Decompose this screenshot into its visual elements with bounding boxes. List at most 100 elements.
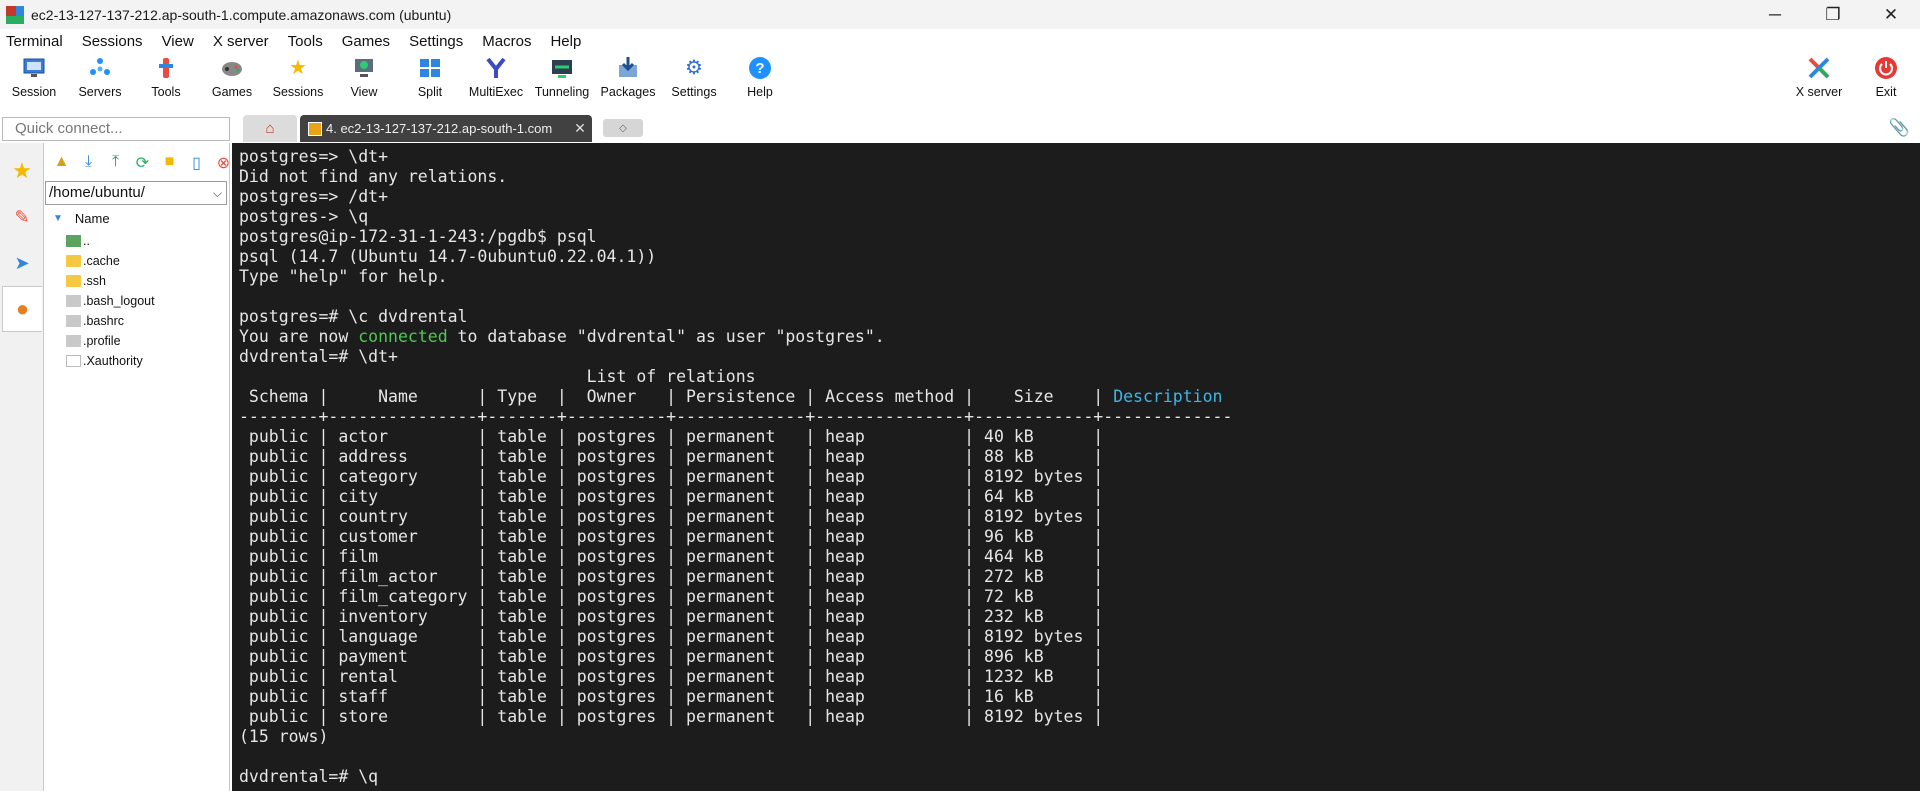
upload-icon[interactable]: ⤒ xyxy=(102,153,129,173)
new-tab-button[interactable]: ◇ xyxy=(603,119,643,137)
menu-terminal[interactable]: Terminal xyxy=(6,33,63,50)
new-folder-icon[interactable]: ■ xyxy=(156,153,183,173)
tunneling-button[interactable]: Tunneling xyxy=(529,55,595,107)
file-item[interactable]: .bash_logout xyxy=(66,291,155,311)
tunneling-icon xyxy=(549,55,575,81)
file-item[interactable]: .cache xyxy=(66,251,120,271)
menu-sessions[interactable]: Sessions xyxy=(82,33,143,50)
path-input[interactable]: /home/ubuntu/ ⌵ xyxy=(45,181,227,205)
tools-icon: ✎ xyxy=(14,206,30,227)
settings-icon: ⚙ xyxy=(685,57,703,79)
folder-icon xyxy=(66,275,81,287)
x-server-button[interactable]: X server xyxy=(1786,55,1852,107)
menu-view[interactable]: View xyxy=(162,33,194,50)
terminal-line: dvdrental=# \q xyxy=(239,767,379,786)
table-row: public | staff | table | postgres | perm… xyxy=(239,687,1104,706)
sessions-button[interactable]: ★ Sessions xyxy=(265,55,331,107)
menu-games[interactable]: Games xyxy=(342,33,390,50)
table-row: public | category | table | postgres | p… xyxy=(239,467,1104,486)
table-row: public | film | table | postgres | perma… xyxy=(239,547,1104,566)
servers-icon xyxy=(87,55,113,81)
paper-plane-icon: ➤ xyxy=(14,252,30,273)
games-button[interactable]: Games xyxy=(199,55,265,107)
restore-button[interactable]: ❐ xyxy=(1804,0,1862,29)
close-tab-icon[interactable]: ✕ xyxy=(568,120,592,137)
tools-side-tab[interactable]: ✎ xyxy=(2,194,42,240)
close-button[interactable]: ✕ xyxy=(1862,0,1920,29)
session-button[interactable]: Session xyxy=(1,55,67,107)
menu-x-server[interactable]: X server xyxy=(213,33,269,50)
name-column-header[interactable]: ▼ Name xyxy=(53,211,110,226)
multiexec-button[interactable]: MultiExec xyxy=(463,55,529,107)
file-item[interactable]: .profile xyxy=(66,331,121,351)
star-icon: ★ xyxy=(12,158,32,183)
terminal-output: postgres=> \dt+ Did not find any relatio… xyxy=(239,147,1920,787)
table-row: public | language | table | postgres | p… xyxy=(239,627,1104,646)
sftp-toolbar: ▲ ⤓ ⤒ ⟳ ■ ▯ ⊗ xyxy=(48,153,237,173)
parent-folder-icon[interactable]: ▲ xyxy=(48,153,75,173)
session-icon xyxy=(21,55,47,81)
window-title: ec2-13-127-137-212.ap-south-1.compute.am… xyxy=(31,6,452,23)
menu-macros[interactable]: Macros xyxy=(482,33,531,50)
macros-side-tab[interactable]: ➤ xyxy=(2,240,42,286)
menu-settings[interactable]: Settings xyxy=(409,33,463,50)
file-item[interactable]: .Xauthority xyxy=(66,351,143,371)
window-controls: ─ ❐ ✕ xyxy=(1746,0,1920,29)
session-tab-label: 4. ec2-13-127-137-212.ap-south-1.com xyxy=(326,121,553,136)
help-button[interactable]: ? Help xyxy=(727,55,793,107)
table-row: public | rental | table | postgres | per… xyxy=(239,667,1104,686)
terminal[interactable]: postgres=> \dt+ Did not find any relatio… xyxy=(232,143,1920,791)
table-row: public | city | table | postgres | perma… xyxy=(239,487,1104,506)
view-icon xyxy=(351,55,377,81)
minimize-button[interactable]: ─ xyxy=(1746,0,1804,29)
session-tab[interactable]: 4. ec2-13-127-137-212.ap-south-1.com ✕ xyxy=(300,115,592,142)
file-icon xyxy=(66,295,81,307)
download-icon[interactable]: ⤓ xyxy=(75,153,102,173)
star-icon: ★ xyxy=(289,57,307,79)
menu-tools[interactable]: Tools xyxy=(288,33,323,50)
terminal-line: dvdrental=# \dt+ xyxy=(239,347,398,366)
file-icon xyxy=(66,315,81,327)
terminal-line: postgres=# \c dvdrental xyxy=(239,307,468,326)
settings-button[interactable]: ⚙ Settings xyxy=(661,55,727,107)
paperclip-icon[interactable]: 📎 xyxy=(1889,118,1910,138)
terminal-line: postgres=> /dt+ xyxy=(239,187,389,206)
view-button[interactable]: View xyxy=(331,55,397,107)
terminal-line: You are now connected to database "dvdre… xyxy=(239,327,885,346)
collapse-triangle-icon: ▼ xyxy=(53,213,63,224)
file-item[interactable]: .bashrc xyxy=(66,311,124,331)
file-icon xyxy=(66,335,81,347)
new-file-icon[interactable]: ▯ xyxy=(183,153,210,173)
exit-button[interactable]: Exit xyxy=(1853,55,1919,107)
file-icon xyxy=(66,355,81,367)
terminal-line: postgres@ip-172-31-1-243:/pgdb$ psql xyxy=(239,227,597,246)
menu-help[interactable]: Help xyxy=(550,33,581,50)
sessions-side-tab[interactable]: ★ xyxy=(2,148,42,194)
chevron-down-icon[interactable]: ⌵ xyxy=(213,182,222,204)
globe-icon: ● xyxy=(15,296,30,321)
table-row: public | payment | table | postgres | pe… xyxy=(239,647,1104,666)
toolbar: Session Servers Tools Games ★ Sessions V… xyxy=(0,53,1920,108)
description-header: Description xyxy=(1113,387,1223,406)
quick-connect-input[interactable]: Quick connect... xyxy=(2,117,230,141)
exit-icon xyxy=(1873,55,1899,81)
home-tab[interactable]: ⌂ xyxy=(243,115,297,142)
packages-button[interactable]: Packages xyxy=(595,55,661,107)
table-separator: --------+---------------+-------+-------… xyxy=(239,407,1233,426)
folder-icon xyxy=(66,255,81,267)
tab-strip: Quick connect... ⌂ 4. ec2-13-127-137-212… xyxy=(0,113,1920,143)
menu-bar: Terminal Sessions View X server Tools Ga… xyxy=(0,29,1920,53)
file-item[interactable]: .. xyxy=(66,231,90,251)
split-button[interactable]: Split xyxy=(397,55,463,107)
tools-button[interactable]: Tools xyxy=(133,55,199,107)
refresh-icon[interactable]: ⟳ xyxy=(129,153,156,173)
file-item[interactable]: .ssh xyxy=(66,271,106,291)
table-row: public | actor | table | postgres | perm… xyxy=(239,427,1104,446)
packages-icon xyxy=(615,55,641,81)
table-header: Schema | Name | Type | Owner | Persisten… xyxy=(239,387,1223,406)
servers-button[interactable]: Servers xyxy=(67,55,133,107)
sftp-side-tab[interactable]: ● xyxy=(2,286,42,332)
split-icon xyxy=(417,55,443,81)
tools-icon xyxy=(153,55,179,81)
mobaxterm-logo-icon xyxy=(6,5,24,24)
